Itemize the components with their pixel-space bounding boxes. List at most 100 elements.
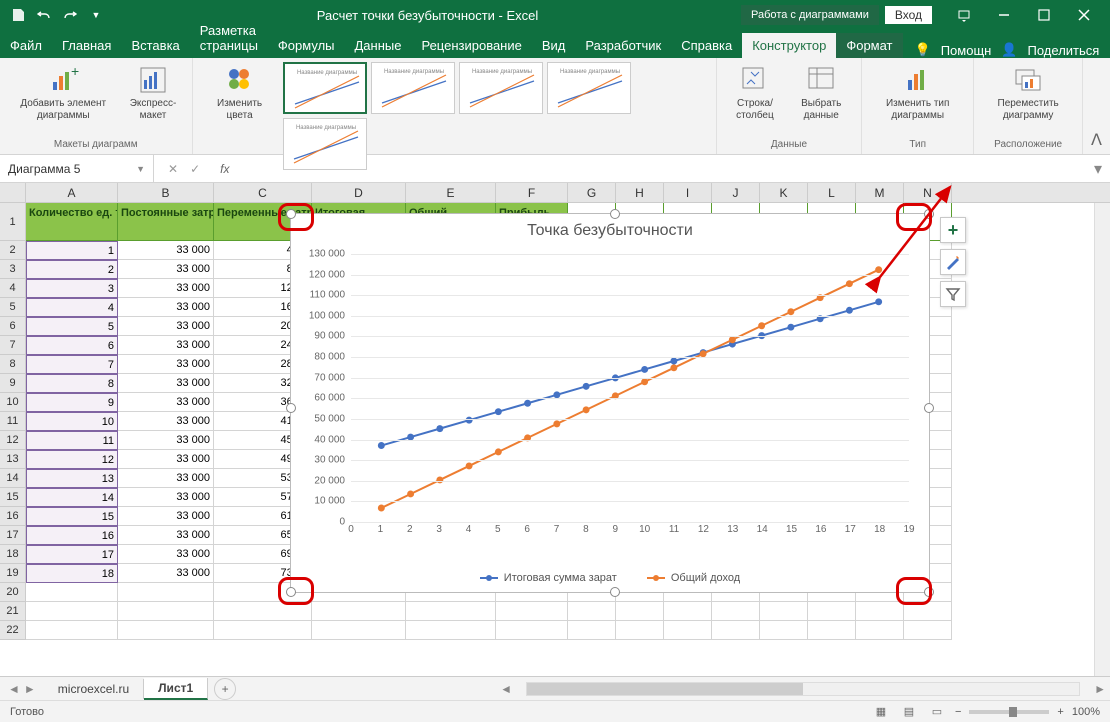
column-header[interactable]: K	[760, 183, 808, 202]
data-cell[interactable]: 16	[26, 526, 118, 545]
data-cell[interactable]: 33 000	[118, 317, 214, 336]
change-chart-type-button[interactable]: Изменить тип диаграммы	[870, 62, 965, 124]
data-cell[interactable]: 33 000	[118, 526, 214, 545]
header-cell[interactable]: Количество ед. товара	[26, 203, 118, 241]
chart-handle-e[interactable]	[924, 403, 934, 413]
column-header[interactable]: B	[118, 183, 214, 202]
data-cell[interactable]: 33 000	[118, 564, 214, 583]
login-button[interactable]: Вход	[885, 6, 932, 24]
row-header[interactable]: 6	[0, 317, 26, 336]
normal-view-icon[interactable]: ▦	[871, 704, 891, 720]
page-layout-view-icon[interactable]: ▤	[899, 704, 919, 720]
tab-data[interactable]: Данные	[345, 33, 412, 58]
page-break-view-icon[interactable]: ▭	[927, 704, 947, 720]
row-header[interactable]: 1	[0, 203, 26, 241]
sheet-nav[interactable]: ◄►	[0, 682, 44, 696]
data-cell[interactable]: 33 000	[118, 545, 214, 564]
hscroll-right-icon[interactable]: ►	[1090, 682, 1110, 696]
tab-review[interactable]: Рецензирование	[411, 33, 531, 58]
share-icon[interactable]: 👤	[1001, 42, 1017, 58]
row-header[interactable]: 2	[0, 241, 26, 260]
column-header[interactable]: C	[214, 183, 312, 202]
vertical-scrollbar[interactable]	[1094, 203, 1110, 676]
expand-formula-bar-icon[interactable]: ▾	[1086, 159, 1110, 179]
row-header[interactable]: 10	[0, 393, 26, 412]
change-colors-button[interactable]: Изменить цвета	[201, 62, 279, 124]
data-cell[interactable]: 33 000	[118, 374, 214, 393]
data-cell[interactable]: 33 000	[118, 279, 214, 298]
chart-style-5[interactable]: Название диаграммы	[283, 118, 367, 170]
data-cell[interactable]: 17	[26, 545, 118, 564]
row-header[interactable]: 20	[0, 583, 26, 602]
move-chart-button[interactable]: Переместить диаграмму	[982, 62, 1074, 124]
zoom-level[interactable]: 100%	[1072, 706, 1100, 718]
data-cell[interactable]: 1	[26, 241, 118, 260]
legend-item-1[interactable]: .legend-item:nth-child(1) .legend-swatch…	[480, 572, 617, 584]
chart-style-3[interactable]: Название диаграммы	[459, 62, 543, 114]
data-cell[interactable]: 2	[26, 260, 118, 279]
row-header[interactable]: 3	[0, 260, 26, 279]
redo-icon[interactable]	[60, 5, 80, 25]
close-icon[interactable]	[1070, 5, 1098, 25]
maximize-icon[interactable]	[1030, 5, 1058, 25]
cancel-formula-icon[interactable]: ✕	[168, 162, 178, 176]
data-cell[interactable]: 33 000	[118, 469, 214, 488]
add-chart-element-button[interactable]: + Добавить элемент диаграммы	[8, 62, 118, 124]
data-cell[interactable]: 33 000	[118, 241, 214, 260]
data-cell[interactable]: 33 000	[118, 298, 214, 317]
legend-item-2[interactable]: .legend-item:nth-child(2) .legend-swatch…	[647, 572, 740, 584]
data-cell[interactable]: 14	[26, 488, 118, 507]
select-data-button[interactable]: Выбрать данные	[789, 62, 853, 124]
column-header[interactable]: A	[26, 183, 118, 202]
data-cell[interactable]: 9	[26, 393, 118, 412]
tell-me-icon[interactable]: 💡	[915, 42, 931, 58]
column-header[interactable]: D	[312, 183, 406, 202]
row-header[interactable]: 11	[0, 412, 26, 431]
row-header[interactable]: 8	[0, 355, 26, 374]
hscroll-left-icon[interactable]: ◄	[496, 682, 516, 696]
data-cell[interactable]: 13	[26, 469, 118, 488]
column-header[interactable]: F	[496, 183, 568, 202]
column-header[interactable]: L	[808, 183, 856, 202]
namebox-dropdown-icon[interactable]: ▼	[136, 164, 145, 174]
row-header[interactable]: 13	[0, 450, 26, 469]
data-cell[interactable]: 5	[26, 317, 118, 336]
save-icon[interactable]	[8, 5, 28, 25]
share-label[interactable]: Поделиться	[1028, 43, 1100, 58]
chart-styles-button[interactable]	[940, 249, 966, 275]
tab-file[interactable]: Файл	[0, 33, 52, 58]
row-header[interactable]: 14	[0, 469, 26, 488]
data-cell[interactable]: 33 000	[118, 488, 214, 507]
data-cell[interactable]: 12	[26, 450, 118, 469]
chart-handle-w[interactable]	[286, 403, 296, 413]
row-header[interactable]: 5	[0, 298, 26, 317]
select-all-button[interactable]	[0, 183, 26, 202]
tab-view[interactable]: Вид	[532, 33, 576, 58]
data-cell[interactable]: 18	[26, 564, 118, 583]
chart-plot-area[interactable]: 010 00020 00030 00040 00050 00060 00070 …	[351, 254, 909, 522]
accept-formula-icon[interactable]: ✓	[190, 162, 200, 176]
tab-page-layout[interactable]: Разметка страницы	[190, 18, 268, 58]
chart-style-1[interactable]: Название диаграммы	[283, 62, 367, 114]
data-cell[interactable]: 15	[26, 507, 118, 526]
collapse-ribbon-icon[interactable]: ᐱ	[1083, 126, 1110, 154]
data-cell[interactable]: 11	[26, 431, 118, 450]
embedded-chart[interactable]: Точка безубыточности 010 00020 00030 000…	[290, 213, 930, 593]
data-cell[interactable]: 33 000	[118, 260, 214, 279]
row-header[interactable]: 9	[0, 374, 26, 393]
ribbon-options-icon[interactable]	[950, 5, 978, 25]
fx-icon[interactable]: fx	[214, 162, 235, 176]
data-cell[interactable]: 8	[26, 374, 118, 393]
tab-formulas[interactable]: Формулы	[268, 33, 345, 58]
switch-row-column-button[interactable]: Строка/столбец	[725, 62, 786, 124]
chart-style-2[interactable]: Название диаграммы	[371, 62, 455, 114]
header-cell[interactable]: Постоянные затраты	[118, 203, 214, 241]
data-cell[interactable]: 33 000	[118, 336, 214, 355]
column-header[interactable]: H	[616, 183, 664, 202]
chart-handle-n[interactable]	[610, 209, 620, 219]
data-cell[interactable]: 7	[26, 355, 118, 374]
row-header[interactable]: 18	[0, 545, 26, 564]
tab-developer[interactable]: Разработчик	[575, 33, 671, 58]
data-cell[interactable]: 33 000	[118, 507, 214, 526]
tab-home[interactable]: Главная	[52, 33, 121, 58]
